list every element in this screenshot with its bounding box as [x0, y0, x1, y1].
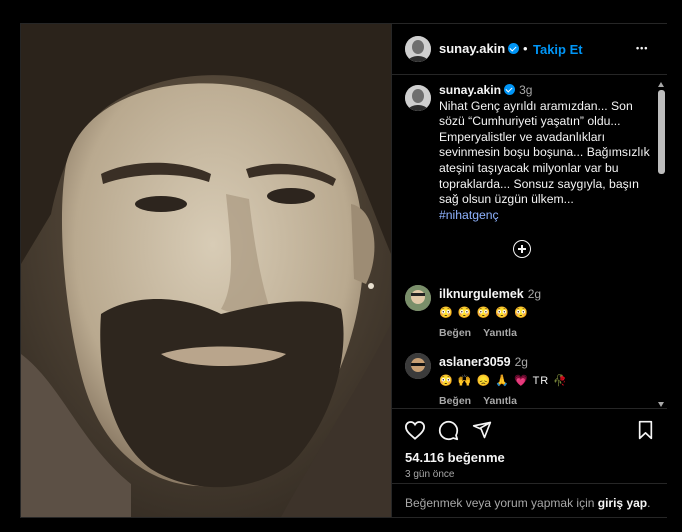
- add-comment-plus-icon[interactable]: [513, 240, 531, 258]
- caption-avatar[interactable]: [405, 85, 431, 111]
- login-prompt-text: Beğenmek veya yorum yapmak için giriş ya…: [405, 496, 650, 510]
- login-prompt: Beğenmek veya yorum yapmak için giriş ya…: [392, 483, 667, 519]
- scroll-up-arrow-icon[interactable]: [658, 82, 664, 87]
- commenter-avatar-image: [405, 285, 431, 311]
- comment-item: ilknurgulemek 2g 😳 😳 😳 😳 😳 Beğen Yanıtla: [439, 285, 667, 339]
- comment-actions: Beğen Yanıtla: [439, 327, 667, 339]
- caption-time: 3g: [519, 83, 533, 97]
- post-sidebar: sunay.akin • Takip Et ••• sunay.akin 3g N…: [391, 24, 667, 517]
- comment-text: 😳 🙌 😞 🙏 💗 TR 🥀: [439, 375, 568, 387]
- commenter-avatar[interactable]: [405, 353, 431, 379]
- comments-scrollbar[interactable]: [658, 82, 665, 407]
- scroll-thumb[interactable]: [658, 90, 665, 174]
- author-username-text[interactable]: sunay.akin: [439, 41, 505, 56]
- comment-item: aslaner3059 2g 😳 🙌 😞 🙏 💗 TR 🥀 Beğen Yanıtl…: [439, 353, 667, 407]
- caption-username[interactable]: sunay.akin: [439, 83, 501, 97]
- comment-username[interactable]: aslaner3059: [439, 355, 511, 369]
- post-date: 3 gün önce: [405, 469, 455, 480]
- comment-time: 2g: [527, 287, 542, 301]
- author-username[interactable]: sunay.akin: [439, 41, 520, 56]
- share-icon[interactable]: [472, 420, 492, 440]
- more-options-icon[interactable]: •••: [636, 43, 648, 53]
- login-prompt-suffix: .: [647, 496, 651, 510]
- login-link[interactable]: giriş yap: [598, 496, 647, 510]
- comment-like-button[interactable]: Beğen: [439, 395, 471, 407]
- header-separator: •: [523, 41, 528, 56]
- comments-section: sunay.akin 3g Nihat Genç ayrıldı aramızda…: [392, 75, 667, 408]
- author-avatar[interactable]: [405, 36, 431, 62]
- post-header: sunay.akin • Takip Et •••: [392, 24, 667, 75]
- post-footer: 54.116 beğenme 3 gün önce Beğenmek veya …: [392, 408, 667, 518]
- caption-text: Nihat Genç ayrıldı aramızdan... Son sözü…: [439, 98, 650, 207]
- author-avatar-image: [405, 36, 431, 62]
- comment-time: 2g: [514, 355, 528, 369]
- commenter-avatar[interactable]: [405, 285, 431, 311]
- comment-reply-button[interactable]: Yanıtla: [483, 395, 517, 407]
- comment-actions: Beğen Yanıtla: [439, 395, 667, 407]
- caption-hashtag[interactable]: #nihatgenç: [439, 208, 499, 222]
- comment-text: 😳 😳 😳 😳 😳: [439, 307, 529, 319]
- bookmark-icon[interactable]: [637, 420, 654, 440]
- follow-button[interactable]: Takip Et: [533, 42, 583, 57]
- post-photo[interactable]: [21, 24, 391, 517]
- verified-badge-icon: [508, 43, 520, 54]
- verified-badge-icon: [504, 84, 516, 95]
- comment-icon[interactable]: [438, 420, 459, 441]
- commenter-avatar-image: [405, 353, 431, 379]
- heart-icon[interactable]: [404, 420, 426, 440]
- caption-avatar-image: [405, 85, 431, 111]
- comment-like-button[interactable]: Beğen: [439, 327, 471, 339]
- login-prompt-prefix: Beğenmek veya yorum yapmak için: [405, 496, 595, 510]
- comment-reply-button[interactable]: Yanıtla: [483, 327, 517, 339]
- portrait-image: [21, 24, 391, 517]
- like-count[interactable]: 54.116 beğenme: [405, 450, 505, 465]
- post-caption: sunay.akin 3g Nihat Genç ayrıldı aramızda…: [439, 83, 651, 223]
- comment-username[interactable]: ilknurgulemek: [439, 287, 524, 301]
- post-dialog: sunay.akin • Takip Et ••• sunay.akin 3g N…: [20, 23, 667, 518]
- scroll-down-arrow-icon[interactable]: [658, 402, 664, 407]
